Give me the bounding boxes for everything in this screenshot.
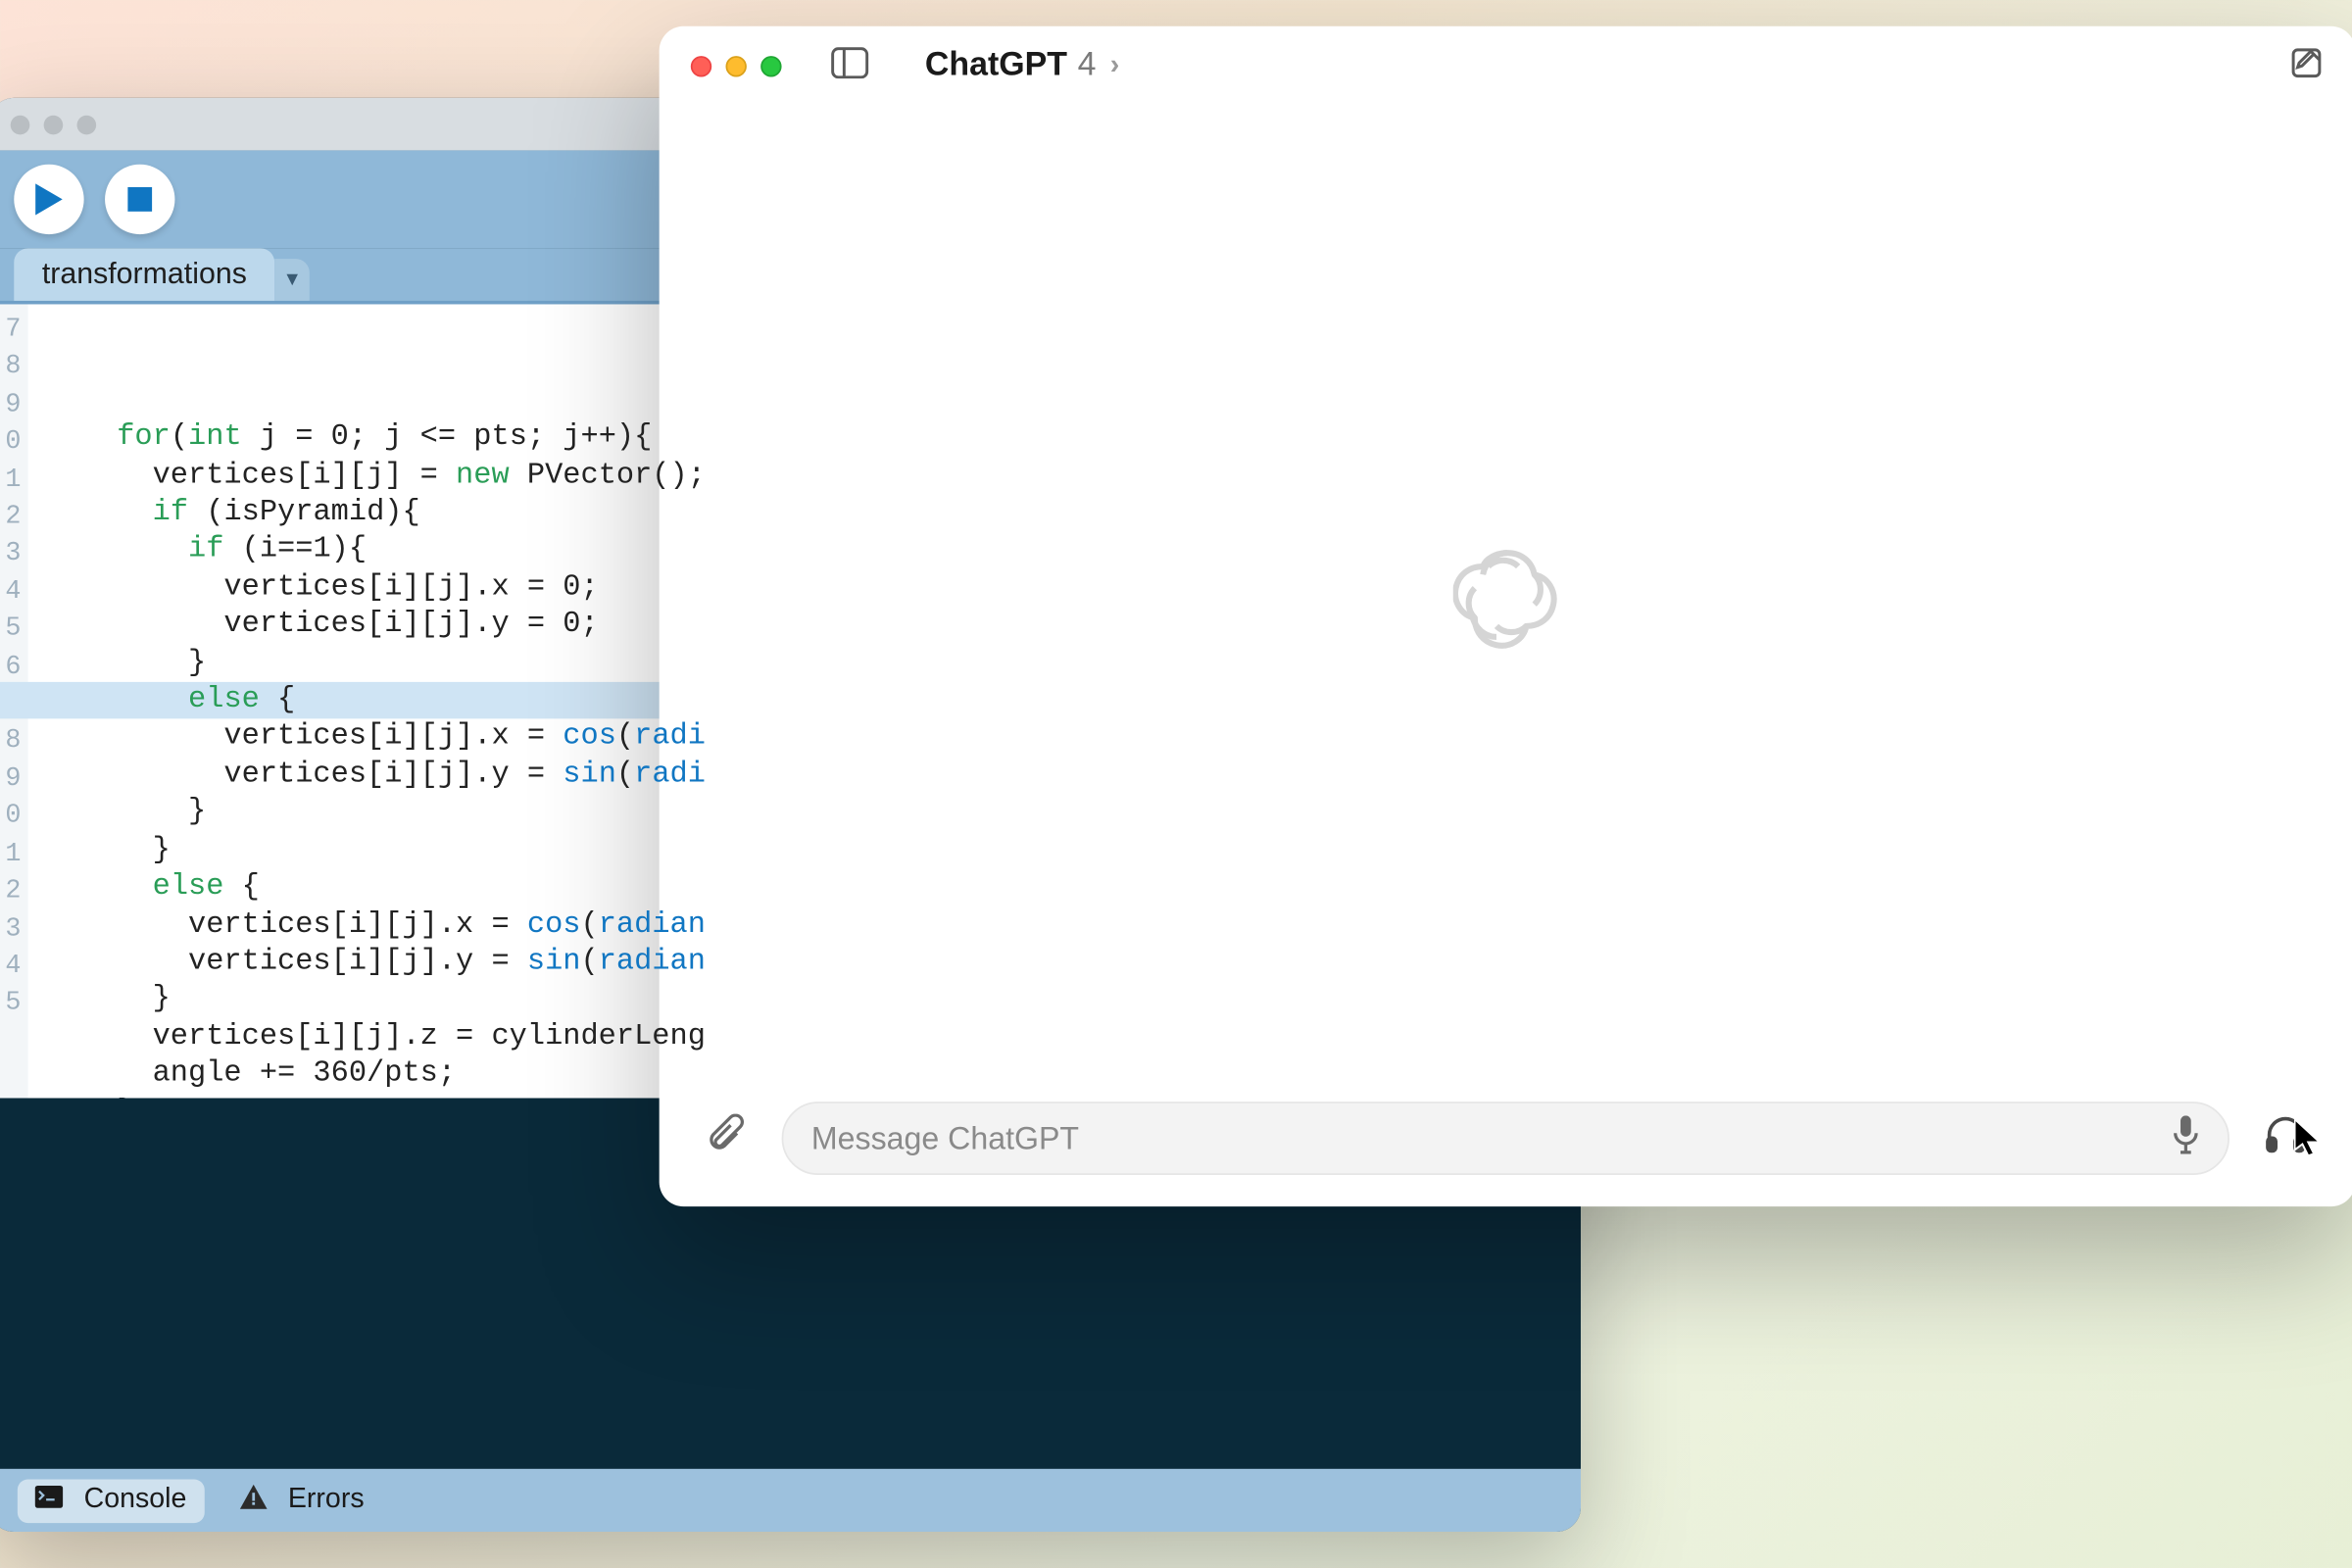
headphones-icon[interactable] [2250, 1099, 2320, 1177]
tab-transformations[interactable]: transformations [14, 248, 274, 301]
ide-traffic-dot [11, 115, 30, 134]
ide-traffic-dot [77, 115, 97, 134]
minimize-button[interactable] [725, 56, 746, 76]
message-input-box[interactable] [782, 1102, 2230, 1175]
footer-tab-errors[interactable]: Errors [239, 1484, 365, 1517]
footer-tab-console-label: Console [84, 1485, 187, 1516]
app-title: ChatGPT [925, 47, 1067, 85]
model-version: 4 [1078, 47, 1097, 85]
chatgpt-titlebar: ChatGPT 4 › [660, 26, 2352, 107]
ide-footer: Console Errors [0, 1469, 1581, 1532]
ide-traffic-dot [44, 115, 64, 134]
footer-tab-console[interactable]: Console [18, 1479, 204, 1523]
code-editor[interactable]: 7 8 9 0 1 2 3 4 5 6 7 8 9 0 1 2 3 4 5 fo… [0, 304, 1581, 1098]
close-button[interactable] [691, 56, 711, 76]
chat-input-bar [660, 1095, 2352, 1206]
chevron-right-icon: › [1110, 51, 1120, 82]
model-selector[interactable]: ChatGPT 4 › [925, 47, 1119, 85]
traffic-lights [691, 56, 782, 76]
tab-dropdown[interactable]: ▼ [274, 259, 310, 301]
zoom-button[interactable] [760, 56, 781, 76]
stop-button[interactable] [105, 165, 174, 234]
sidebar-toggle-icon[interactable] [831, 46, 869, 86]
terminal-icon [35, 1484, 64, 1517]
new-chat-icon[interactable] [2289, 44, 2325, 88]
attach-icon[interactable] [694, 1099, 760, 1177]
warning-icon [239, 1484, 268, 1517]
message-input[interactable] [811, 1120, 2144, 1156]
microphone-icon[interactable] [2172, 1114, 2200, 1161]
footer-tab-errors-label: Errors [288, 1485, 365, 1516]
code-content: for(int j = 0; j <= pts; j++){ vertices[… [45, 420, 1581, 1099]
run-button[interactable] [14, 165, 83, 234]
